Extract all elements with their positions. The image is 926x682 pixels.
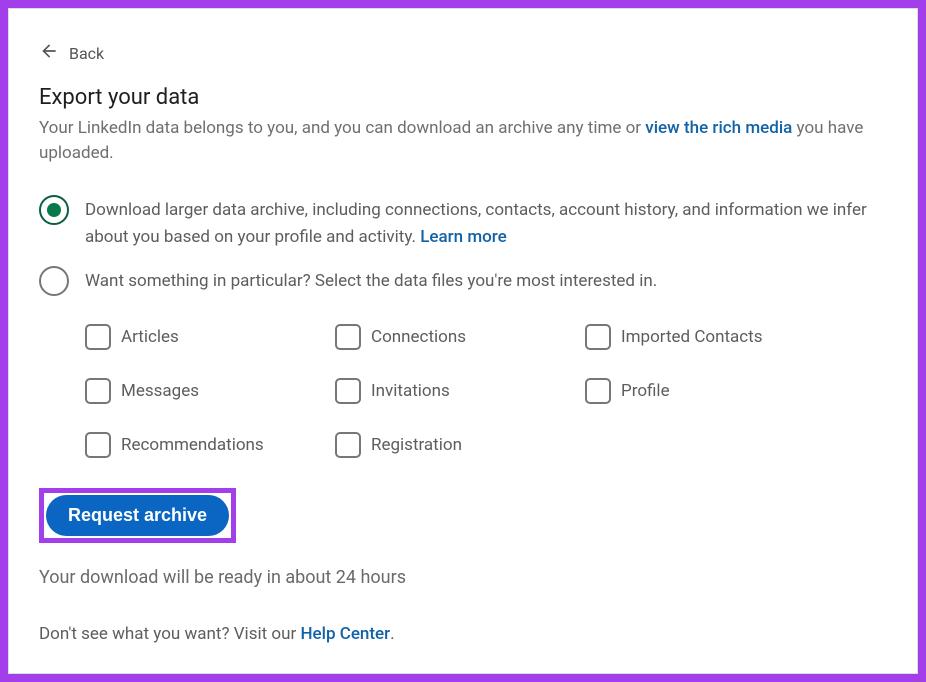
checkbox-recommendations[interactable]: Recommendations bbox=[85, 432, 335, 458]
checkbox-grid: Articles Connections Imported Contacts M… bbox=[85, 324, 887, 458]
learn-more-link[interactable]: Learn more bbox=[420, 227, 507, 247]
checkbox-invitations[interactable]: Invitations bbox=[335, 378, 585, 404]
checkbox-label: Messages bbox=[121, 381, 199, 401]
help-line: Don't see what you want? Visit our Help … bbox=[39, 624, 887, 644]
highlight-annotation: Request archive bbox=[39, 488, 236, 543]
checkbox-messages[interactable]: Messages bbox=[85, 378, 335, 404]
checkbox-profile[interactable]: Profile bbox=[585, 378, 835, 404]
help-center-link[interactable]: Help Center bbox=[300, 624, 390, 644]
checkbox-box[interactable] bbox=[585, 378, 611, 404]
checkbox-label: Connections bbox=[371, 327, 466, 347]
rich-media-link[interactable]: view the rich media bbox=[645, 118, 792, 138]
checkbox-connections[interactable]: Connections bbox=[335, 324, 585, 350]
checkbox-box[interactable] bbox=[335, 324, 361, 350]
radio-dot-icon bbox=[47, 203, 61, 217]
option-full-text: Download larger data archive, including … bbox=[85, 195, 887, 250]
subtitle-pre: Your LinkedIn data belongs to you, and y… bbox=[39, 118, 645, 138]
checkbox-box[interactable] bbox=[585, 324, 611, 350]
settings-panel: Back Export your data Your LinkedIn data… bbox=[8, 8, 918, 674]
checkbox-box[interactable] bbox=[85, 432, 111, 458]
help-post: . bbox=[390, 624, 394, 644]
radio-particular[interactable] bbox=[39, 266, 69, 296]
checkbox-box[interactable] bbox=[335, 378, 361, 404]
checkbox-box[interactable] bbox=[335, 432, 361, 458]
checkbox-label: Invitations bbox=[371, 381, 450, 401]
back-button[interactable]: Back bbox=[39, 41, 887, 65]
download-status: Your download will be ready in about 24 … bbox=[39, 567, 887, 588]
checkbox-imported-contacts[interactable]: Imported Contacts bbox=[585, 324, 835, 350]
arrow-left-icon bbox=[39, 41, 59, 65]
checkbox-label: Imported Contacts bbox=[621, 327, 763, 347]
request-archive-button[interactable]: Request archive bbox=[46, 495, 229, 536]
help-pre: Don't see what you want? Visit our bbox=[39, 624, 300, 644]
option-particular-text: Want something in particular? Select the… bbox=[85, 266, 657, 294]
checkbox-label: Recommendations bbox=[121, 435, 264, 455]
radio-full-archive[interactable] bbox=[39, 195, 69, 225]
checkbox-box[interactable] bbox=[85, 378, 111, 404]
checkbox-label: Registration bbox=[371, 435, 462, 455]
checkbox-label: Profile bbox=[621, 381, 670, 401]
checkbox-box[interactable] bbox=[85, 324, 111, 350]
page-title: Export your data bbox=[39, 85, 887, 110]
page-subtitle: Your LinkedIn data belongs to you, and y… bbox=[39, 116, 887, 165]
back-label: Back bbox=[69, 44, 104, 63]
option-full-archive[interactable]: Download larger data archive, including … bbox=[39, 195, 887, 250]
checkbox-label: Articles bbox=[121, 327, 179, 347]
checkbox-articles[interactable]: Articles bbox=[85, 324, 335, 350]
option-particular[interactable]: Want something in particular? Select the… bbox=[39, 266, 887, 296]
checkbox-registration[interactable]: Registration bbox=[335, 432, 585, 458]
